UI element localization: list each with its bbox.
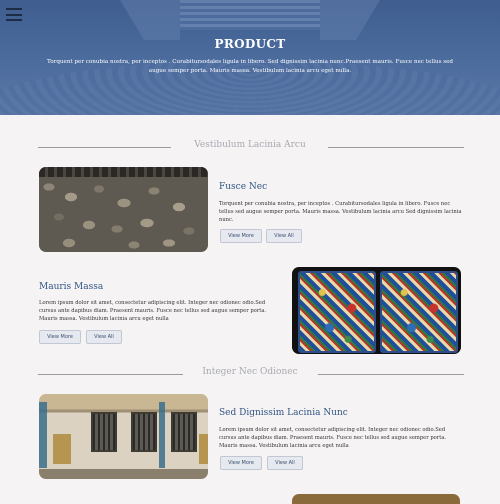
hamburger-menu-icon[interactable] [6, 8, 22, 21]
section-heading-label: Vestibulum Lacinia Arcu [194, 140, 306, 150]
row-description: Torquent per conubia nostra, per incepto… [219, 201, 462, 224]
row-title[interactable]: Sed Dignissim Lacinia Nunc [219, 408, 348, 418]
row-title[interactable]: Fusce Nec [219, 182, 267, 192]
courtyard-image [39, 394, 208, 479]
hero-bg-stairs-left [120, 0, 180, 40]
row-title[interactable]: Mauris Massa [39, 282, 103, 292]
row-description: Lorem ipsum dolor sit amet, consectetur … [39, 300, 267, 323]
ceramic-tiles-image [292, 267, 461, 354]
view-all-button[interactable]: View All [86, 330, 122, 344]
section-heading-2: Integer Nec Odionec [0, 367, 500, 381]
view-all-button[interactable]: View All [267, 456, 303, 470]
hero-description: Torquent per conubia nostra, per incepto… [46, 59, 453, 74]
view-more-button[interactable]: View More [39, 330, 81, 344]
view-all-button[interactable]: View All [266, 229, 302, 243]
hero-bg-stairs-right [320, 0, 380, 40]
page-title: PRODUCT [214, 37, 286, 51]
view-more-button[interactable]: View More [220, 229, 262, 243]
next-row-image [292, 494, 460, 504]
hero-banner: PRODUCT Torquent per conubia nostra, per… [0, 0, 500, 115]
section-heading-1: Vestibulum Lacinia Arcu [0, 140, 500, 154]
stone-wall-image [39, 167, 208, 252]
hero-bg-stairs [180, 0, 320, 30]
row-description: Lorem ipsum dolor sit amet, consectetur … [219, 427, 447, 450]
section-heading-label: Integer Nec Odionec [202, 367, 298, 377]
view-more-button[interactable]: View More [220, 456, 262, 470]
